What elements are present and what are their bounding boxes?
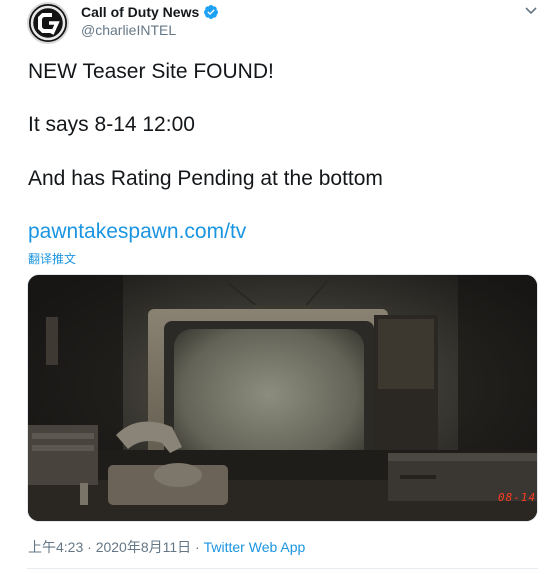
- chevron-down-icon[interactable]: [524, 6, 538, 16]
- tweet-card: Call of Duty News @charlieINTEL NEW Teas…: [0, 0, 557, 574]
- display-name[interactable]: Call of Duty News: [81, 4, 199, 20]
- translate-tweet-button[interactable]: 翻译推文: [28, 250, 76, 267]
- tweet-metadata: 上午4:23 · 2020年8月11日 · Twitter Web App: [28, 537, 305, 557]
- handle[interactable]: @charlieINTEL: [81, 22, 176, 38]
- media-image[interactable]: 08-14: [27, 274, 538, 522]
- divider: [27, 568, 538, 569]
- cod-logo-icon: [30, 5, 66, 41]
- author-name-row[interactable]: Call of Duty News: [81, 4, 219, 20]
- tweet-text-line-1: NEW Teaser Site FOUND!: [28, 60, 274, 83]
- verified-badge-icon: [204, 5, 219, 19]
- tv-scene-illustration: [28, 275, 537, 521]
- tweet-text-line-2: It says 8-14 12:00: [28, 113, 195, 136]
- avatar[interactable]: [27, 2, 69, 44]
- tweet-link[interactable]: pawntakespawn.com/tv: [28, 220, 246, 244]
- tweet-text-line-3: And has Rating Pending at the bottom: [28, 167, 383, 190]
- tweet-source-link[interactable]: Twitter Web App: [204, 539, 306, 555]
- vcr-clock-display: 08-14: [498, 491, 537, 504]
- timestamp[interactable]: 上午4:23 · 2020年8月11日 ·: [28, 539, 204, 555]
